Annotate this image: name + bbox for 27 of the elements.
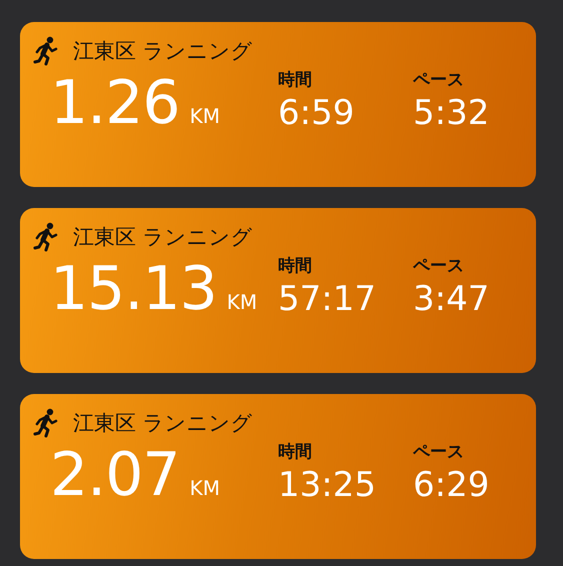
workout-title: 江東区 ランニング [73, 410, 253, 437]
workout-card[interactable]: 江東区 ランニング 1.26 KM 時間 6:59 ペース 5:32 [20, 22, 536, 187]
pace-label: ペース [413, 255, 465, 277]
distance-value: 15.13 [50, 256, 217, 322]
pace-label: ペース [413, 441, 465, 463]
time-value: 57:17 [278, 279, 377, 319]
workout-title: 江東区 ランニング [73, 224, 253, 251]
distance-value: 2.07 [50, 442, 180, 508]
time-label: 時間 [278, 69, 313, 91]
workout-card[interactable]: 江東区 ランニング 15.13 KM 時間 57:17 ペース 3:47 [20, 208, 536, 373]
distance-unit: KM [190, 104, 220, 128]
time-value: 13:25 [278, 465, 377, 505]
pace-label: ペース [413, 69, 465, 91]
distance-unit: KM [226, 290, 258, 314]
time-label: 時間 [278, 255, 313, 277]
runner-icon [33, 36, 59, 66]
runner-icon [33, 408, 59, 438]
pace-value: 6:29 [413, 465, 490, 505]
time-label: 時間 [278, 441, 313, 463]
pace-value: 3:47 [413, 279, 490, 319]
distance-unit: KM [190, 476, 220, 500]
workout-title: 江東区 ランニング [73, 38, 253, 65]
workout-card[interactable]: 江東区 ランニング 2.07 KM 時間 13:25 ペース 6:29 [20, 394, 536, 559]
distance-value: 1.26 [50, 70, 180, 136]
pace-value: 5:32 [413, 93, 490, 133]
time-value: 6:59 [278, 93, 356, 133]
runner-icon [33, 222, 59, 252]
